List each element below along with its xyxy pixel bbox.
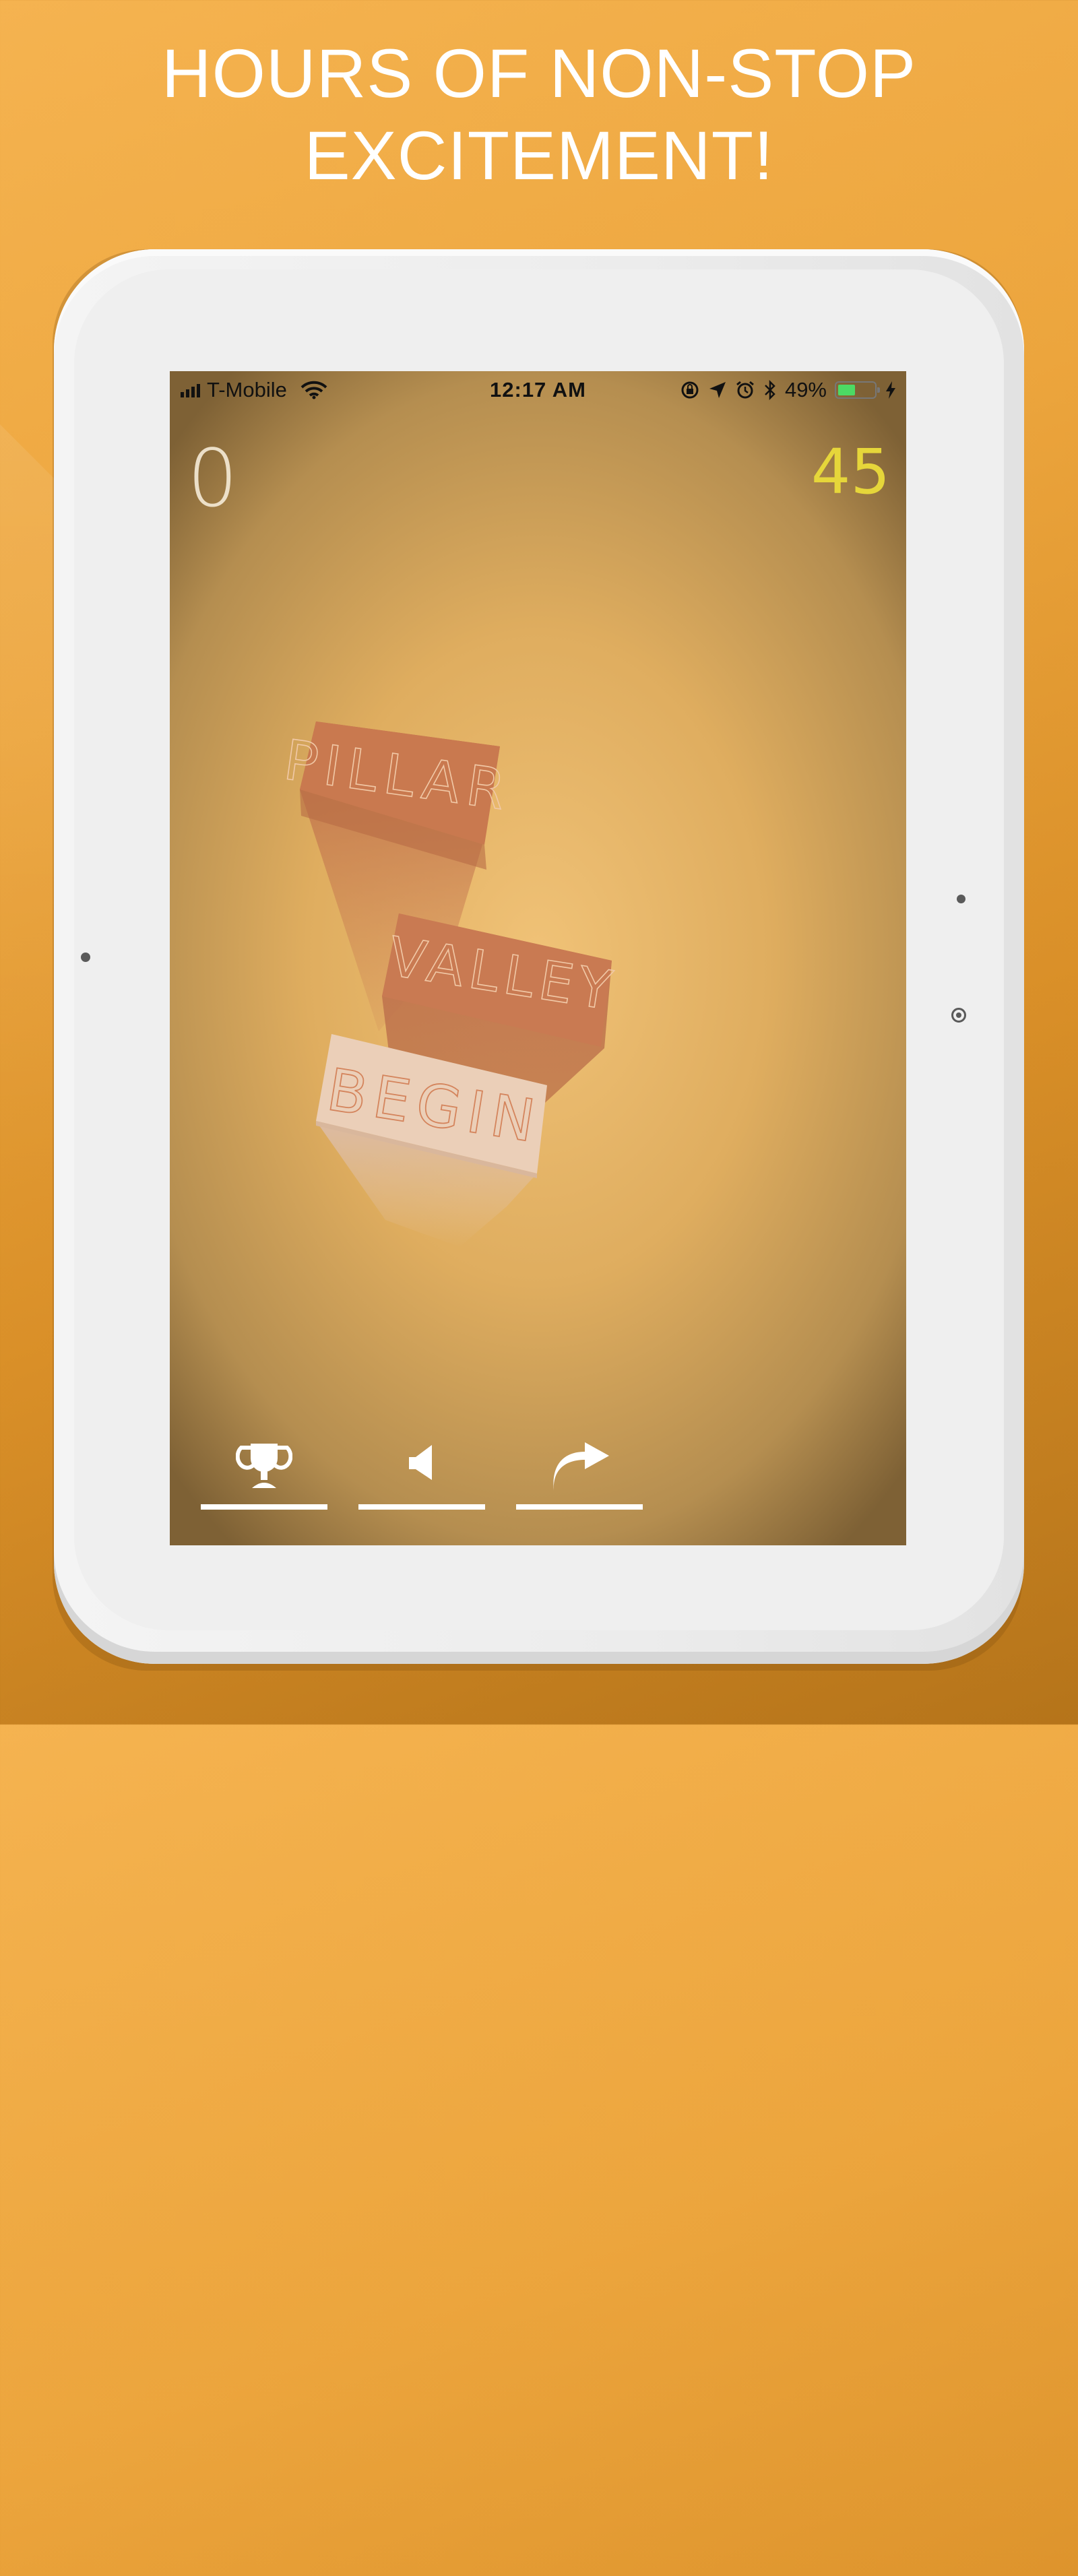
speaker-icon <box>409 1445 432 1480</box>
headline-line-2: EXCITEMENT! <box>304 117 774 194</box>
front-camera-icon <box>81 953 90 962</box>
sound-underline <box>358 1504 485 1510</box>
share-underline <box>516 1504 643 1510</box>
trophy-icon <box>236 1444 292 1488</box>
game-screen[interactable]: T-Mobile 12:17 AM 49% 0 45 PILLAR VALLEY… <box>170 371 906 1545</box>
home-button-icon[interactable] <box>951 1008 966 1023</box>
share-arrow-icon <box>553 1442 609 1491</box>
menu-blocks: PILLAR VALLEY BEGIN <box>280 721 622 1247</box>
leaderboard-button[interactable] <box>201 1442 327 1510</box>
share-button[interactable] <box>516 1442 643 1510</box>
sensor-icon <box>957 895 965 903</box>
promo-headline: HOURS OF NON-STOP EXCITEMENT! <box>0 32 1078 197</box>
leaderboard-underline <box>201 1504 327 1510</box>
headline-line-1: HOURS OF NON-STOP <box>161 35 917 112</box>
sound-toggle-button[interactable] <box>358 1442 485 1510</box>
